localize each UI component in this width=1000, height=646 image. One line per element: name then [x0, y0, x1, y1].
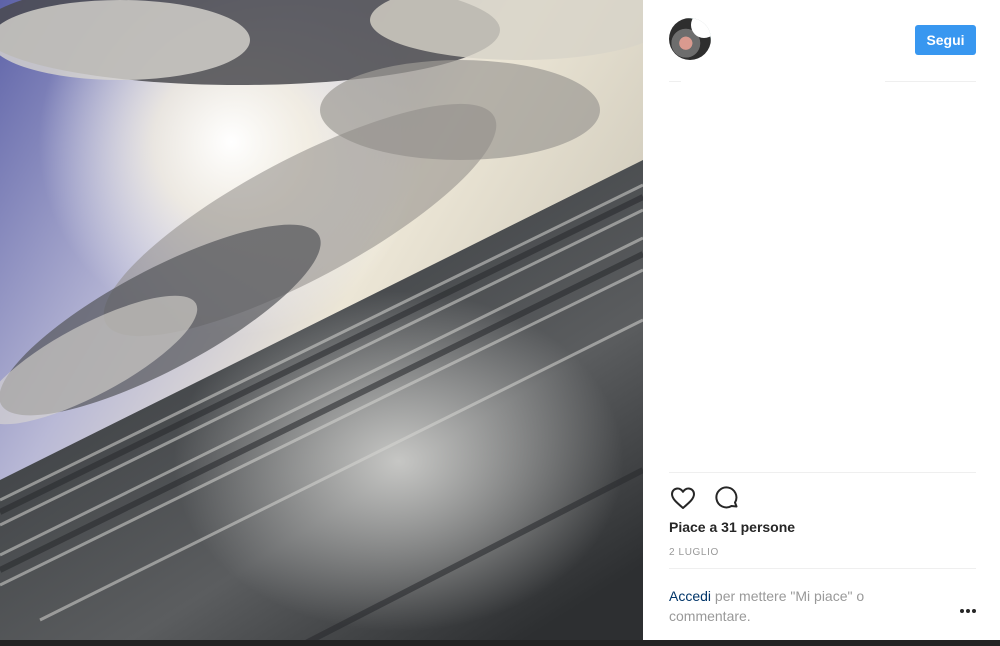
avatar-shape — [691, 18, 711, 38]
post-date: 2 LUGLIO — [669, 547, 719, 558]
more-options-icon[interactable] — [959, 604, 977, 618]
comment-icon[interactable] — [713, 484, 741, 512]
login-prompt: Accedi per mettere "Mi piace" o commenta… — [669, 586, 919, 626]
seascape-image — [0, 0, 643, 646]
bottom-strip — [0, 640, 1000, 646]
post-photo[interactable] — [0, 0, 643, 646]
avatar[interactable] — [669, 18, 711, 60]
header-divider — [669, 81, 681, 82]
likes-count[interactable]: Piace a 31 persone — [669, 519, 795, 535]
heart-icon[interactable] — [669, 484, 697, 512]
post-side-panel: Segui Piace a 31 persone 2 LUGLIO Accedi… — [643, 0, 1000, 640]
actions-divider — [669, 472, 976, 473]
login-divider — [669, 568, 976, 569]
login-link[interactable]: Accedi — [669, 588, 711, 604]
post-actions — [669, 484, 741, 512]
follow-button[interactable]: Segui — [915, 25, 976, 55]
header-divider — [885, 81, 976, 82]
